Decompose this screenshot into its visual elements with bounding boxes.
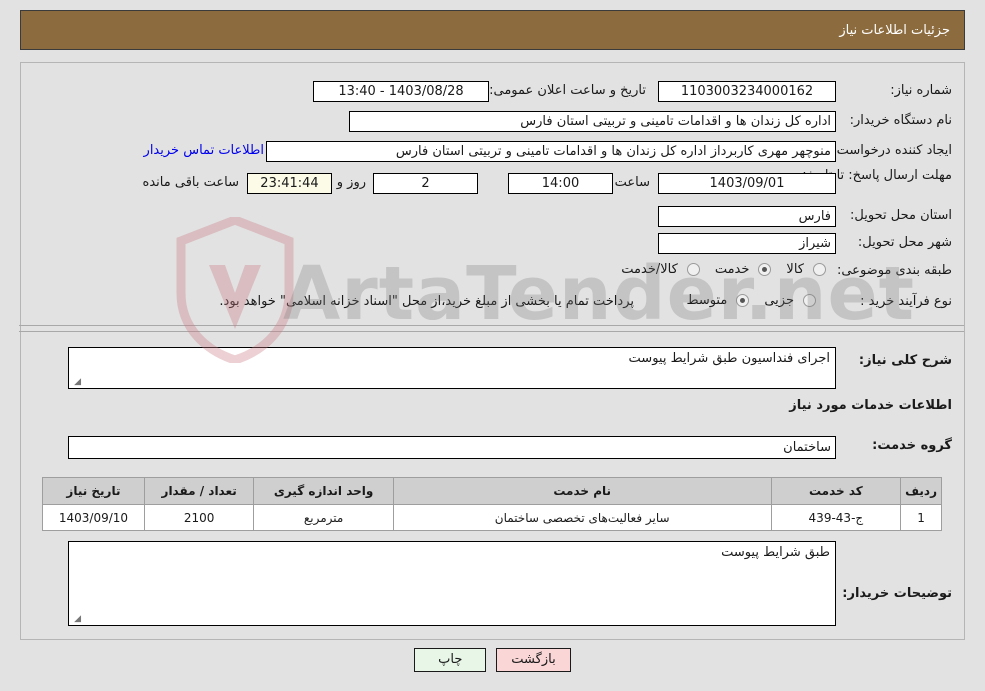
remaining-days-field[interactable]: 2: [373, 173, 478, 194]
table-row: 1 ج-43-439 سایر فعالیت‌های تخصصی ساختمان…: [42, 504, 942, 531]
deadline-hour-field[interactable]: 14:00: [508, 173, 613, 194]
deadline-date-field[interactable]: 1403/09/01: [658, 173, 836, 194]
need-number-label: شماره نیاز:: [890, 83, 952, 98]
creator-field[interactable]: منوچهر مهری کاربرداز اداره کل زندان ها و…: [266, 141, 836, 162]
cell-qty: 2100: [143, 504, 255, 531]
th-unit: واحد اندازه گیری: [253, 477, 394, 505]
back-button[interactable]: بازگشت: [496, 648, 571, 672]
category-radio-label-1: خدمت: [714, 262, 750, 277]
deadline-label: مهلت ارسال پاسخ: تا تاریخ:: [802, 168, 952, 183]
remaining-days-label: روز و: [336, 175, 366, 190]
buyer-contact-link[interactable]: اطلاعات تماس خریدار: [144, 143, 264, 158]
process-label: نوع فرآیند خرید :: [860, 294, 952, 309]
row-buyer-notes: توضیحات خریدار:: [842, 586, 952, 601]
cell-code: ج-43-439: [770, 504, 902, 531]
resize-grip-icon-2[interactable]: ◢: [71, 614, 81, 624]
category-radio-label-2: کالا/خدمت: [621, 262, 678, 277]
row-service-group: گروه خدمت:: [872, 438, 952, 453]
deadline-hour-label: ساعت: [614, 175, 650, 190]
row-services-heading: اطلاعات خدمات مورد نیاز: [789, 398, 952, 413]
cell-unit: مترمربع: [253, 504, 394, 531]
services-table: ردیف کد خدمت نام خدمت واحد اندازه گیری ت…: [42, 477, 942, 531]
remaining-time-label: ساعت باقی مانده: [142, 175, 239, 190]
details-panel: شماره نیاز: 1103003234000162 تاریخ و ساع…: [19, 62, 965, 640]
print-button[interactable]: چاپ: [414, 648, 487, 672]
payment-note: پرداخت تمام یا بخشی از مبلغ خرید،از محل …: [219, 294, 634, 309]
row-city: شهر محل تحویل:: [858, 235, 952, 250]
th-name: نام خدمت: [392, 477, 772, 505]
buyer-org-field[interactable]: اداره کل زندان ها و اقدامات تامینی و ترب…: [349, 111, 836, 132]
announce-label: تاریخ و ساعت اعلان عمومی:: [489, 83, 646, 98]
category-radio-label-0: کالا: [786, 262, 804, 277]
cell-date: 1403/09/10: [42, 504, 145, 531]
row-category: طبقه بندی موضوعی:: [837, 263, 952, 278]
province-label: استان محل تحویل:: [850, 208, 952, 223]
services-section-title: اطلاعات خدمات مورد نیاز: [789, 398, 952, 413]
general-desc-textarea[interactable]: اجرای فنداسیون طبق شرایط پیوست ◢: [68, 347, 836, 389]
row-deadline: مهلت ارسال پاسخ: تا تاریخ:: [802, 168, 952, 184]
th-code: کد خدمت: [770, 477, 902, 505]
th-qty: تعداد / مقدار: [143, 477, 255, 505]
category-radio-2[interactable]: [686, 263, 700, 276]
row-general-desc: شرح کلی نیاز:: [859, 353, 952, 368]
process-radio-label-0: جزیی: [764, 293, 794, 308]
divider-top: [19, 325, 964, 326]
service-group-field[interactable]: ساختمان: [68, 436, 836, 459]
need-number-field[interactable]: 1103003234000162: [658, 81, 836, 102]
creator-label: ایجاد کننده درخواست:: [832, 143, 952, 158]
category-radio-0[interactable]: [813, 263, 826, 276]
general-desc-value: اجرای فنداسیون طبق شرایط پیوست: [628, 351, 830, 366]
buyer-notes-textarea[interactable]: طبق شرایط پیوست ◢: [68, 541, 836, 626]
city-field[interactable]: شیراز: [658, 233, 836, 254]
row-province: استان محل تحویل:: [850, 208, 952, 223]
cell-name: سایر فعالیت‌های تخصصی ساختمان: [392, 504, 772, 531]
page-title: جزئیات اطلاعات نیاز: [839, 22, 950, 38]
row-process: نوع فرآیند خرید :: [860, 294, 952, 309]
buyer-notes-label: توضیحات خریدار:: [842, 586, 952, 601]
service-group-label: گروه خدمت:: [872, 438, 952, 453]
table-header-row: ردیف کد خدمت نام خدمت واحد اندازه گیری ت…: [42, 477, 942, 505]
buyer-org-label: نام دستگاه خریدار:: [849, 113, 952, 128]
row-announce-label: تاریخ و ساعت اعلان عمومی:: [489, 83, 646, 98]
general-desc-label: شرح کلی نیاز:: [858, 353, 952, 368]
process-radio-0[interactable]: [803, 294, 816, 307]
process-radio-group[interactable]: جزیی متوسط: [676, 293, 819, 308]
category-radio-group[interactable]: کالا خدمت کالا/خدمت: [611, 262, 829, 277]
remaining-time-field: 23:41:44: [247, 173, 332, 194]
row-creator: ایجاد کننده درخواست:: [832, 143, 952, 158]
th-date: تاریخ نیاز: [42, 477, 145, 505]
city-label: شهر محل تحویل:: [857, 235, 952, 250]
divider-bottom: [19, 331, 964, 332]
row-need-number: شماره نیاز:: [890, 83, 952, 98]
process-radio-1[interactable]: [736, 294, 750, 307]
province-field[interactable]: فارس: [658, 206, 836, 227]
resize-grip-icon[interactable]: ◢: [71, 377, 81, 387]
announce-datetime-field[interactable]: 1403/08/28 - 13:40: [313, 81, 489, 102]
cell-radif: 1: [900, 504, 942, 531]
button-bar: بازگشت چاپ: [0, 648, 985, 672]
category-radio-1[interactable]: [758, 263, 772, 276]
process-radio-label-1: متوسط: [686, 293, 728, 308]
buyer-notes-value: طبق شرایط پیوست: [721, 545, 830, 560]
category-label: طبقه بندی موضوعی:: [836, 263, 952, 278]
page-title-bar: جزئیات اطلاعات نیاز: [20, 10, 965, 50]
th-radif: ردیف: [900, 477, 942, 505]
row-buyer-org: نام دستگاه خریدار:: [850, 113, 952, 128]
